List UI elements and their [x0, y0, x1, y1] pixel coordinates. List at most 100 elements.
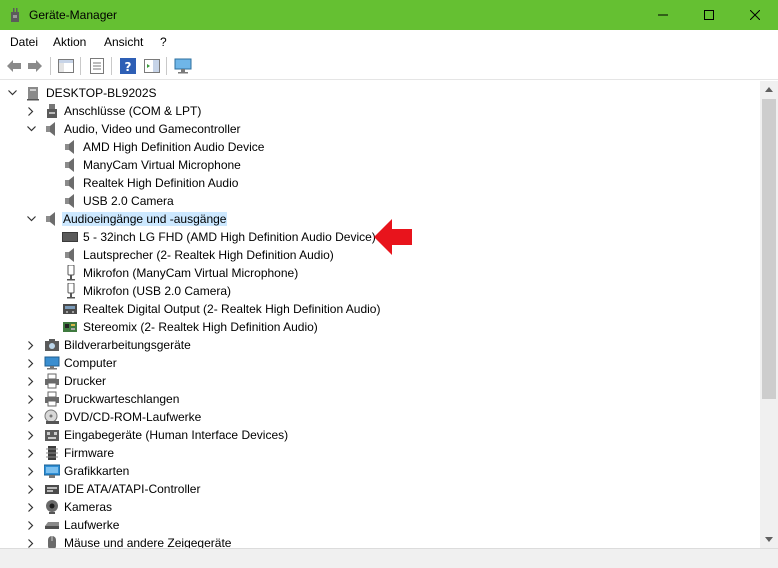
expand-chevron-icon[interactable]	[26, 393, 36, 405]
toolbar-separator	[111, 57, 112, 75]
expand-chevron-icon[interactable]	[26, 375, 36, 387]
speaker-icon	[46, 122, 55, 136]
title-bar[interactable]: Geräte-Manager	[0, 0, 778, 30]
ide-controller-icon	[45, 485, 59, 494]
action-pane-button[interactable]	[143, 57, 161, 75]
red-annotation-arrow-icon	[374, 219, 412, 255]
tree-node[interactable]: Laufwerke	[0, 516, 760, 534]
leaf-label: Realtek Digital Output (2- Realtek High …	[83, 302, 381, 316]
show-hide-console-tree-button[interactable]	[57, 57, 75, 75]
back-button[interactable]	[5, 57, 23, 75]
node-label: Eingabegeräte (Human Interface Devices)	[64, 428, 289, 442]
tree-leaf[interactable]: Realtek Digital Output (2- Realtek High …	[0, 300, 760, 318]
collapse-chevron-icon[interactable]	[26, 123, 36, 135]
close-button[interactable]	[732, 0, 778, 30]
speaker-icon	[65, 176, 74, 190]
node-label: Kameras	[64, 500, 113, 514]
toolbar-separator	[50, 57, 51, 75]
tree-node[interactable]: Audio, Video und Gamecontroller	[0, 120, 760, 138]
node-label: Grafikkarten	[64, 464, 130, 478]
microphone-icon	[67, 283, 75, 299]
help-button[interactable]: ?	[119, 57, 137, 75]
leaf-label: AMD High Definition Audio Device	[83, 140, 265, 154]
forward-button[interactable]	[26, 57, 44, 75]
disc-drive-icon	[44, 409, 59, 424]
node-label: Druckwarteschlangen	[64, 392, 180, 406]
speaker-icon	[46, 212, 55, 226]
menu-help[interactable]: ?	[160, 35, 167, 49]
node-label: DVD/CD-ROM-Laufwerke	[64, 410, 202, 424]
expand-chevron-icon[interactable]	[26, 483, 36, 495]
tree-leaf[interactable]: ManyCam Virtual Microphone	[0, 156, 760, 174]
leaf-label: Mikrofon (ManyCam Virtual Microphone)	[83, 266, 299, 280]
node-label: Drucker	[64, 374, 107, 388]
tree-node[interactable]: Eingabegeräte (Human Interface Devices)	[0, 426, 760, 444]
leaf-label: Lautsprecher (2- Realtek High Definition…	[83, 248, 334, 262]
tree-leaf[interactable]: Realtek High Definition Audio	[0, 174, 760, 192]
tree-leaf[interactable]: Mikrofon (USB 2.0 Camera)	[0, 282, 760, 300]
expand-chevron-icon[interactable]	[26, 501, 36, 513]
window-title: Geräte-Manager	[29, 8, 118, 22]
expand-chevron-icon[interactable]	[26, 465, 36, 477]
tree-leaf[interactable]: Mikrofon (ManyCam Virtual Microphone)	[0, 264, 760, 282]
expand-chevron-icon[interactable]	[26, 447, 36, 459]
device-tree[interactable]: DESKTOP-BL9202S Anschlüsse (COM & LPT) A…	[0, 81, 760, 548]
tree-node[interactable]: Druckwarteschlangen	[0, 390, 760, 408]
tree-node[interactable]: Firmware	[0, 444, 760, 462]
tree-node[interactable]: Drucker	[0, 372, 760, 390]
menu-datei[interactable]: Datei	[10, 35, 38, 49]
tree-leaf[interactable]: Stereomix (2- Realtek High Definition Au…	[0, 318, 760, 336]
tree-leaf[interactable]: USB 2.0 Camera	[0, 192, 760, 210]
webcam-icon	[46, 500, 58, 514]
scroll-up-arrow-icon	[765, 87, 773, 92]
chip-icon	[46, 446, 58, 460]
menu-ansicht[interactable]: Ansicht	[104, 35, 143, 49]
expand-chevron-icon[interactable]	[26, 357, 36, 369]
tree-node[interactable]: DVD/CD-ROM-Laufwerke	[0, 408, 760, 426]
device-manager-icon	[11, 8, 19, 22]
help-icon: ?	[120, 58, 136, 74]
root-label: DESKTOP-BL9202S	[46, 86, 157, 100]
node-label: Audioeingänge und -ausgänge	[62, 212, 228, 226]
tree-node[interactable]: Bildverarbeitungsgeräte	[0, 336, 760, 354]
leaf-label: 5 - 32inch LG FHD (AMD High Definition A…	[83, 230, 376, 244]
minimize-button[interactable]	[640, 0, 686, 30]
maximize-button[interactable]	[686, 0, 732, 30]
node-label: Mäuse und andere Zeigegeräte	[64, 536, 232, 548]
minimize-icon	[658, 14, 668, 16]
tree-node[interactable]: Computer	[0, 354, 760, 372]
digital-output-icon	[63, 304, 77, 314]
properties-button[interactable]	[88, 57, 106, 75]
node-label: Bildverarbeitungsgeräte	[64, 338, 191, 352]
scroll-down-button[interactable]	[760, 531, 778, 548]
expand-chevron-icon[interactable]	[26, 429, 36, 441]
tree-node[interactable]: IDE ATA/ATAPI-Controller	[0, 480, 760, 498]
computer-icon	[44, 356, 60, 370]
node-label: Computer	[64, 356, 117, 370]
expand-chevron-icon[interactable]	[26, 519, 36, 531]
scan-hardware-button[interactable]	[174, 57, 192, 75]
expand-chevron-icon[interactable]	[26, 105, 36, 117]
menu-bar: Datei Aktion Ansicht ?	[0, 30, 778, 52]
tree-node[interactable]: Grafikkarten	[0, 462, 760, 480]
tree-node[interactable]: Mäuse und andere Zeigegeräte	[0, 534, 760, 548]
vertical-scrollbar[interactable]	[760, 81, 778, 548]
scrollbar-thumb[interactable]	[762, 99, 776, 399]
scroll-up-button[interactable]	[760, 81, 778, 98]
collapse-chevron-icon[interactable]	[26, 213, 36, 225]
tree-leaf[interactable]: AMD High Definition Audio Device	[0, 138, 760, 156]
tree-node[interactable]: Anschlüsse (COM & LPT)	[0, 102, 760, 120]
collapse-chevron-icon[interactable]	[7, 87, 17, 99]
node-label: Firmware	[64, 446, 114, 460]
microphone-icon	[67, 265, 75, 281]
expand-chevron-icon[interactable]	[26, 411, 36, 423]
tree-root[interactable]: DESKTOP-BL9202S	[0, 84, 760, 102]
expand-chevron-icon[interactable]	[26, 339, 36, 351]
computer-icon	[27, 87, 39, 101]
node-label: IDE ATA/ATAPI-Controller	[64, 482, 201, 496]
menu-aktion[interactable]: Aktion	[53, 35, 86, 49]
node-label: Audio, Video und Gamecontroller	[64, 122, 241, 136]
expand-chevron-icon[interactable]	[26, 537, 36, 548]
speaker-icon	[65, 194, 74, 208]
tree-node[interactable]: Kameras	[0, 498, 760, 516]
